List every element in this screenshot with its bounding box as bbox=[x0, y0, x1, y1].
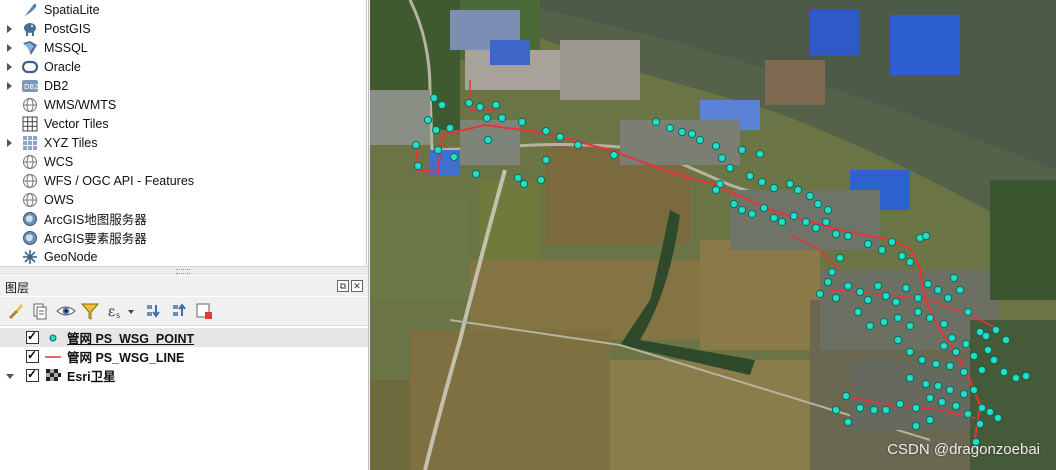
line-symbol-icon bbox=[45, 350, 61, 364]
oracle-icon bbox=[21, 59, 39, 75]
geonode-icon bbox=[22, 249, 38, 265]
expand-arrow-icon[interactable] bbox=[4, 133, 14, 152]
browser-item-label: Vector Tiles bbox=[44, 116, 109, 131]
expander bbox=[4, 171, 14, 190]
arcgis-globe-icon bbox=[22, 230, 38, 246]
browser-item-mssql[interactable]: MSSQL bbox=[0, 38, 366, 57]
browser-panel[interactable]: SpatiaLite PostGIS MSSQL Oracle DB2 DB2 … bbox=[0, 0, 367, 266]
satellite-map bbox=[370, 0, 1056, 470]
expand-all-icon[interactable] bbox=[144, 301, 164, 321]
splitter-grip[interactable] bbox=[176, 269, 190, 274]
expander bbox=[4, 0, 14, 19]
browser-item-label: GeoNode bbox=[44, 249, 98, 264]
browser-item-label: WMS/WMTS bbox=[44, 97, 117, 112]
browser-item-xyz-tiles[interactable]: XYZ Tiles bbox=[0, 133, 366, 152]
browser-item-wcs[interactable]: WCS bbox=[0, 152, 366, 171]
browser-item-ows[interactable]: OWS bbox=[0, 190, 366, 209]
expander bbox=[4, 228, 14, 247]
globe-icon bbox=[22, 192, 38, 208]
layers-panel-titlebar: 图层 ⧉ ✕ bbox=[0, 276, 368, 296]
layer-visibility-checkbox[interactable] bbox=[26, 348, 39, 363]
svg-text:s: s bbox=[116, 311, 120, 320]
layer-row-line[interactable]: 管网 PS_WSG_LINE bbox=[0, 347, 368, 366]
mssql-icon bbox=[22, 40, 38, 56]
layer-row-point[interactable]: 管网 PS_WSG_POINT bbox=[0, 328, 368, 347]
elephant-icon bbox=[22, 21, 38, 37]
browser-item-label: Oracle bbox=[44, 59, 81, 74]
svg-text:ε: ε bbox=[108, 304, 115, 320]
layers-toolbar: εs bbox=[0, 297, 368, 326]
layer-row-raster[interactable]: Esri卫星 bbox=[0, 366, 368, 385]
globe-icon bbox=[22, 154, 38, 170]
expand-arrow-icon[interactable] bbox=[4, 76, 14, 95]
browser-item-label: ArcGIS地图服务器 bbox=[44, 213, 147, 227]
browser-item-label: PostGIS bbox=[44, 21, 91, 36]
xyz-grid-icon bbox=[22, 135, 38, 151]
add-group-icon[interactable] bbox=[30, 301, 50, 321]
layer-tree: 管网 PS_WSG_POINT 管网 PS_WSG_LINE Esri卫星 bbox=[0, 326, 368, 470]
filter-icon[interactable] bbox=[80, 301, 100, 321]
collapse-arrow-icon[interactable] bbox=[4, 366, 14, 385]
layers-panel-title: 图层 bbox=[5, 281, 30, 295]
browser-item-geonode[interactable]: GeoNode bbox=[0, 247, 366, 266]
browser-item-db2[interactable]: DB2 DB2 bbox=[0, 76, 366, 95]
expander bbox=[4, 247, 14, 266]
browser-item-label: ArcGIS要素服务器 bbox=[44, 232, 147, 246]
visibility-eye-icon[interactable] bbox=[56, 301, 76, 321]
browser-item-label: SpatiaLite bbox=[44, 2, 100, 17]
browser-item-vector-tiles[interactable]: Vector Tiles bbox=[0, 114, 366, 133]
layer-name: 管网 PS_WSG_POINT bbox=[67, 332, 195, 346]
expander bbox=[4, 95, 14, 114]
grid-icon bbox=[22, 116, 38, 132]
expand-arrow-icon[interactable] bbox=[4, 57, 14, 76]
browser-item-label: MSSQL bbox=[44, 40, 88, 55]
browser-item-arcgis-map[interactable]: ArcGIS地图服务器 bbox=[0, 209, 366, 228]
browser-item-wfs[interactable]: WFS / OGC API - Features bbox=[0, 171, 366, 190]
expander bbox=[4, 190, 14, 209]
feather-icon bbox=[22, 2, 38, 18]
expression-filter-icon[interactable]: εs bbox=[106, 301, 136, 321]
panel-splitter[interactable] bbox=[0, 266, 368, 275]
layer-name: Esri卫星 bbox=[67, 370, 116, 384]
browser-item-label: WCS bbox=[44, 154, 74, 169]
browser-item-label: XYZ Tiles bbox=[44, 135, 98, 150]
point-symbol-icon bbox=[45, 331, 61, 345]
arcgis-globe-icon bbox=[22, 211, 38, 227]
browser-item-wms[interactable]: WMS/WMTS bbox=[0, 95, 366, 114]
left-panel: SpatiaLite PostGIS MSSQL Oracle DB2 DB2 … bbox=[0, 0, 369, 470]
layer-name: 管网 PS_WSG_LINE bbox=[67, 351, 185, 365]
layer-visibility-checkbox[interactable] bbox=[26, 329, 39, 344]
expand-arrow-icon[interactable] bbox=[4, 38, 14, 57]
map-canvas[interactable]: CSDN @dragonzoebai bbox=[370, 0, 1056, 470]
layer-visibility-checkbox[interactable] bbox=[26, 367, 39, 382]
remove-layer-icon[interactable] bbox=[194, 301, 214, 321]
float-panel-button[interactable]: ⧉ bbox=[337, 280, 349, 292]
svg-text:DB2: DB2 bbox=[24, 83, 38, 91]
collapse-all-icon[interactable] bbox=[170, 301, 190, 321]
browser-item-label: DB2 bbox=[44, 78, 69, 93]
browser-item-label: OWS bbox=[44, 192, 74, 207]
browser-item-arcgis-feature[interactable]: ArcGIS要素服务器 bbox=[0, 228, 366, 247]
expand-arrow-icon[interactable] bbox=[4, 19, 14, 38]
browser-item-spatialite[interactable]: SpatiaLite bbox=[0, 0, 366, 19]
expander bbox=[4, 152, 14, 171]
expander bbox=[4, 209, 14, 228]
browser-item-label: WFS / OGC API - Features bbox=[44, 173, 195, 188]
browser-item-oracle[interactable]: Oracle bbox=[0, 57, 366, 76]
db2-icon: DB2 bbox=[22, 78, 39, 94]
watermark-text: CSDN @dragonzoebai bbox=[887, 441, 1040, 458]
close-panel-button[interactable]: ✕ bbox=[351, 280, 363, 292]
style-manager-icon[interactable] bbox=[6, 301, 26, 321]
raster-symbol-icon bbox=[45, 368, 61, 383]
browser-item-postgis[interactable]: PostGIS bbox=[0, 19, 366, 38]
globe-icon bbox=[22, 173, 38, 189]
expander bbox=[4, 114, 14, 133]
globe-icon bbox=[22, 97, 38, 113]
